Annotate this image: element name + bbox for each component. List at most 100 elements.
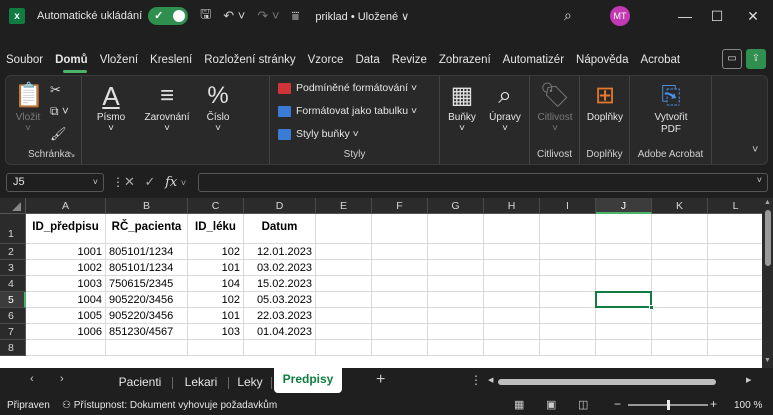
column-header-g[interactable]: G bbox=[428, 198, 484, 214]
cell-h1[interactable] bbox=[484, 214, 540, 244]
cell-g5[interactable] bbox=[428, 292, 484, 308]
cell-l6[interactable] bbox=[708, 308, 764, 324]
cell-c2[interactable]: 102 bbox=[188, 244, 244, 260]
sheet-tab-predpisy[interactable]: Predpisy bbox=[274, 368, 342, 393]
cell-a4[interactable]: 1003 bbox=[26, 276, 106, 292]
cancel-icon[interactable]: ✕ bbox=[124, 174, 135, 189]
cell-k6[interactable] bbox=[652, 308, 708, 324]
cell-g2[interactable] bbox=[428, 244, 484, 260]
cell-g8[interactable] bbox=[428, 340, 484, 356]
cell-f7[interactable] bbox=[372, 324, 428, 340]
tab-acrobat[interactable]: Acrobat bbox=[634, 54, 686, 66]
cell-c7[interactable]: 103 bbox=[188, 324, 244, 340]
cell-i7[interactable] bbox=[540, 324, 596, 340]
cell-b2[interactable]: 805101/1234 bbox=[106, 244, 188, 260]
cell-h4[interactable] bbox=[484, 276, 540, 292]
cell-h8[interactable] bbox=[484, 340, 540, 356]
cell-j8[interactable] bbox=[596, 340, 652, 356]
row-header-7[interactable]: 7 bbox=[0, 324, 26, 340]
cell-e8[interactable] bbox=[316, 340, 372, 356]
horizontal-scroll-thumb[interactable] bbox=[498, 379, 716, 385]
cell-a3[interactable]: 1002 bbox=[26, 260, 106, 276]
row-header-1[interactable]: 1 bbox=[0, 214, 26, 244]
column-header-d[interactable]: D bbox=[244, 198, 316, 214]
cell-a7[interactable]: 1006 bbox=[26, 324, 106, 340]
cell-a2[interactable]: 1001 bbox=[26, 244, 106, 260]
column-header-c[interactable]: C bbox=[188, 198, 244, 214]
expand-formula-icon[interactable]: ˅ bbox=[757, 175, 762, 185]
cell-e7[interactable] bbox=[316, 324, 372, 340]
scroll-up-icon[interactable]: ▲ bbox=[764, 199, 771, 206]
cell-h3[interactable] bbox=[484, 260, 540, 276]
comments-icon[interactable]: ▭ bbox=[722, 49, 742, 69]
cell-k1[interactable] bbox=[652, 214, 708, 244]
cell-e1[interactable] bbox=[316, 214, 372, 244]
column-header-i[interactable]: I bbox=[540, 198, 596, 214]
search-icon[interactable]: ⌕ bbox=[564, 7, 572, 24]
maximize-button[interactable]: ☐ bbox=[702, 5, 732, 27]
scroll-down-icon[interactable]: ▼ bbox=[764, 357, 771, 364]
cell-e5[interactable] bbox=[316, 292, 372, 308]
cell-l2[interactable] bbox=[708, 244, 764, 260]
row-header-2[interactable]: 2 bbox=[0, 244, 26, 260]
sheet-tab-lekari[interactable]: Lekari bbox=[176, 371, 226, 393]
row-header-8[interactable]: 8 bbox=[0, 340, 26, 356]
cell-c3[interactable]: 101 bbox=[188, 260, 244, 276]
zoom-level[interactable]: 100 % bbox=[734, 400, 762, 411]
cell-f8[interactable] bbox=[372, 340, 428, 356]
name-box[interactable]: J5 ˅ bbox=[6, 173, 104, 192]
cell-i4[interactable] bbox=[540, 276, 596, 292]
tab-home[interactable]: Domů bbox=[49, 54, 94, 66]
cell-g7[interactable] bbox=[428, 324, 484, 340]
tab-page-layout[interactable]: Rozložení stránky bbox=[198, 54, 301, 66]
cell-l1[interactable] bbox=[708, 214, 764, 244]
row-header-6[interactable]: 6 bbox=[0, 308, 26, 324]
vertical-scroll-thumb[interactable] bbox=[765, 210, 771, 266]
cell-b8[interactable] bbox=[106, 340, 188, 356]
cell-h2[interactable] bbox=[484, 244, 540, 260]
document-title[interactable]: priklad • Uložené ∨ bbox=[315, 10, 409, 23]
cell-a1[interactable]: ID_předpisu bbox=[26, 214, 106, 244]
zoom-knob[interactable] bbox=[667, 400, 670, 410]
cell-g3[interactable] bbox=[428, 260, 484, 276]
cell-a6[interactable]: 1005 bbox=[26, 308, 106, 324]
horizontal-scrollbar[interactable]: ◀ ▶ bbox=[488, 377, 752, 385]
sheet-tab-leky[interactable]: Leky bbox=[232, 371, 268, 393]
row-header-3[interactable]: 3 bbox=[0, 260, 26, 276]
cell-k8[interactable] bbox=[652, 340, 708, 356]
cell-f3[interactable] bbox=[372, 260, 428, 276]
cell-b6[interactable]: 905220/3456 bbox=[106, 308, 188, 324]
save-icon[interactable]: 🖫 bbox=[200, 5, 211, 27]
next-sheet-icon[interactable]: › bbox=[60, 373, 64, 385]
select-all-button[interactable] bbox=[0, 198, 26, 214]
cell-h7[interactable] bbox=[484, 324, 540, 340]
cell-d3[interactable]: 03.02.2023 bbox=[244, 260, 316, 276]
cell-f6[interactable] bbox=[372, 308, 428, 324]
cell-e6[interactable] bbox=[316, 308, 372, 324]
cell-b5[interactable]: 905220/3456 bbox=[106, 292, 188, 308]
column-header-k[interactable]: K bbox=[652, 198, 708, 214]
cell-k5[interactable] bbox=[652, 292, 708, 308]
cell-i1[interactable] bbox=[540, 214, 596, 244]
cell-b7[interactable]: 851230/4567 bbox=[106, 324, 188, 340]
tab-draw[interactable]: Kreslení bbox=[144, 54, 198, 66]
create-pdf-button[interactable]: ⎘ Vytvořit PDF bbox=[638, 82, 704, 136]
cell-d6[interactable]: 22.03.2023 bbox=[244, 308, 316, 324]
cell-h5[interactable] bbox=[484, 292, 540, 308]
cell-d8[interactable] bbox=[244, 340, 316, 356]
column-header-h[interactable]: H bbox=[484, 198, 540, 214]
cell-c4[interactable]: 104 bbox=[188, 276, 244, 292]
cell-d2[interactable]: 12.01.2023 bbox=[244, 244, 316, 260]
accessibility-status[interactable]: ⚇ Přístupnost: Dokument vyhovuje požadav… bbox=[62, 400, 277, 411]
format-as-table-button[interactable]: Formátovat jako tabulku ˅ bbox=[278, 105, 417, 117]
column-header-b[interactable]: B bbox=[106, 198, 188, 214]
cell-j7[interactable] bbox=[596, 324, 652, 340]
conditional-formatting-button[interactable]: Podmíněné formátování ˅ bbox=[278, 82, 417, 94]
cell-a5[interactable]: 1004 bbox=[26, 292, 106, 308]
cell-h6[interactable] bbox=[484, 308, 540, 324]
normal-view-icon[interactable]: ▦ bbox=[514, 398, 524, 411]
column-header-a[interactable]: A bbox=[26, 198, 106, 214]
cell-l3[interactable] bbox=[708, 260, 764, 276]
formula-input[interactable]: ˅ bbox=[198, 173, 768, 192]
cell-k4[interactable] bbox=[652, 276, 708, 292]
